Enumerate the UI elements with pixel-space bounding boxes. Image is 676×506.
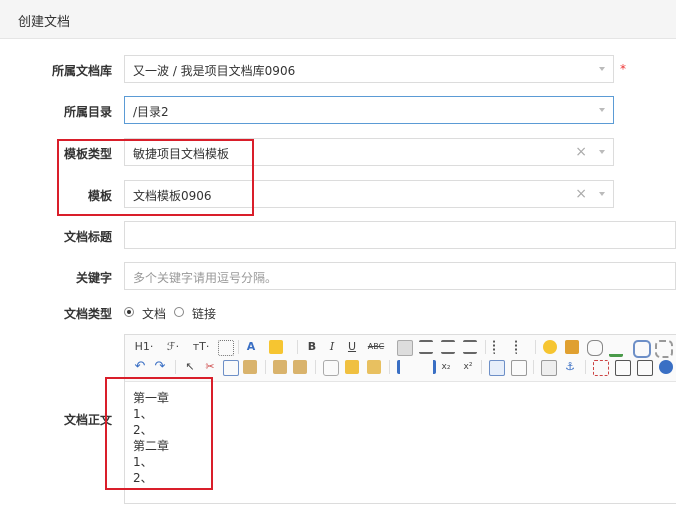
attachment-icon[interactable] xyxy=(587,340,603,356)
eraser-icon[interactable] xyxy=(323,360,339,376)
preview-icon[interactable] xyxy=(637,360,653,376)
directory-select[interactable]: /目录2 xyxy=(124,96,614,124)
table-insert-icon[interactable] xyxy=(489,360,505,376)
highlight-box-body xyxy=(105,377,213,490)
toolbar-separator xyxy=(297,340,298,354)
clear-icon[interactable]: × xyxy=(575,186,587,202)
fullscreen-icon[interactable] xyxy=(593,360,609,376)
title-label: 文档标题 xyxy=(63,230,112,244)
body-label: 文档正文 xyxy=(63,413,112,427)
superscript-button[interactable]: x² xyxy=(461,359,475,375)
doc-type-radio-document[interactable] xyxy=(124,307,134,317)
toolbar-separator xyxy=(315,360,316,374)
select-all-icon[interactable]: ↖ xyxy=(183,359,197,375)
strikethrough-button[interactable]: ABC xyxy=(365,339,387,355)
cut-icon[interactable]: ✂ xyxy=(203,359,217,375)
toolbar-separator xyxy=(389,360,390,374)
keywords-placeholder: 多个关键字请用逗号分隔。 xyxy=(133,271,278,285)
align-justify-icon[interactable] xyxy=(463,340,477,354)
doc-type-radio-link[interactable] xyxy=(174,307,184,317)
title-input[interactable] xyxy=(124,221,676,249)
paste-text-icon[interactable] xyxy=(273,360,287,374)
link-icon[interactable] xyxy=(633,340,651,358)
toolbar-separator xyxy=(175,360,176,374)
outdent-icon[interactable] xyxy=(419,360,436,374)
font-size-button[interactable]: ᴛT· xyxy=(189,339,213,355)
emoji-icon[interactable] xyxy=(543,340,557,354)
directory-label: 所属目录 xyxy=(63,105,112,119)
toolbar-separator xyxy=(485,340,486,354)
keywords-input[interactable]: 多个关键字请用逗号分隔。 xyxy=(124,262,676,290)
doc-type-option-document: 文档 xyxy=(142,307,167,321)
image-icon[interactable] xyxy=(565,340,579,354)
format-painter-icon[interactable] xyxy=(345,360,359,374)
indent-icon[interactable] xyxy=(397,360,414,374)
source-code-icon[interactable] xyxy=(615,360,631,376)
align-right-icon[interactable] xyxy=(441,340,455,354)
italic-button[interactable]: I xyxy=(325,339,339,355)
library-value: 又一波 / 我是项目文档库0906 xyxy=(133,64,296,78)
subscript-button[interactable]: x₂ xyxy=(439,359,453,375)
library-label: 所属文档库 xyxy=(51,64,112,78)
clear-format-icon[interactable] xyxy=(367,360,381,374)
paste-icon[interactable] xyxy=(243,360,257,374)
toolbar-separator xyxy=(238,340,239,354)
help-icon[interactable] xyxy=(659,360,673,374)
chevron-down-icon xyxy=(599,108,605,112)
toolbar-separator xyxy=(585,360,586,374)
page-header: 创建文档 xyxy=(0,0,676,39)
align-center-icon[interactable] xyxy=(419,340,433,354)
highlight-box-template xyxy=(57,139,254,216)
template-icon[interactable] xyxy=(511,360,527,376)
font-family-button[interactable]: ℱ· xyxy=(163,339,183,355)
editor-toolbar: H1· ℱ· ᴛT· A B I U ABC ↶ ↷ ↖ ✂ x₂ x² ⚓ xyxy=(125,335,676,382)
align-left-icon[interactable] xyxy=(397,340,413,356)
toolbar-separator xyxy=(265,360,266,374)
anchor-icon[interactable]: ⚓ xyxy=(563,359,577,375)
copy-icon[interactable] xyxy=(223,360,239,376)
bold-button[interactable]: B xyxy=(305,339,319,355)
table-icon[interactable] xyxy=(218,340,234,356)
doc-type-label: 文档类型 xyxy=(63,307,112,321)
chevron-down-icon xyxy=(599,67,605,71)
ordered-list-icon[interactable] xyxy=(493,340,509,354)
redo-icon[interactable]: ↷ xyxy=(153,359,167,375)
insert-code-icon[interactable] xyxy=(609,340,623,357)
font-color-icon[interactable]: A xyxy=(243,339,259,355)
chevron-down-icon xyxy=(599,192,605,196)
doc-type-option-link: 链接 xyxy=(192,307,217,321)
directory-value: /目录2 xyxy=(133,105,169,119)
page-title: 创建文档 xyxy=(18,15,71,30)
page-break-icon[interactable] xyxy=(541,360,557,376)
unordered-list-icon[interactable] xyxy=(515,340,531,354)
toolbar-separator xyxy=(535,340,536,354)
heading-button[interactable]: H1· xyxy=(131,339,157,355)
required-marker: * xyxy=(620,62,626,76)
clear-icon[interactable]: × xyxy=(575,144,587,160)
toolbar-separator xyxy=(533,360,534,374)
paste-word-icon[interactable] xyxy=(293,360,307,374)
underline-button[interactable]: U xyxy=(345,339,359,355)
keywords-label: 关键字 xyxy=(75,271,112,285)
highlight-color-icon[interactable] xyxy=(269,340,283,354)
chevron-down-icon xyxy=(599,150,605,154)
library-select[interactable]: 又一波 / 我是项目文档库0906 xyxy=(124,55,614,83)
unlink-icon[interactable] xyxy=(655,340,673,358)
toolbar-separator xyxy=(481,360,482,374)
undo-icon[interactable]: ↶ xyxy=(133,359,147,375)
